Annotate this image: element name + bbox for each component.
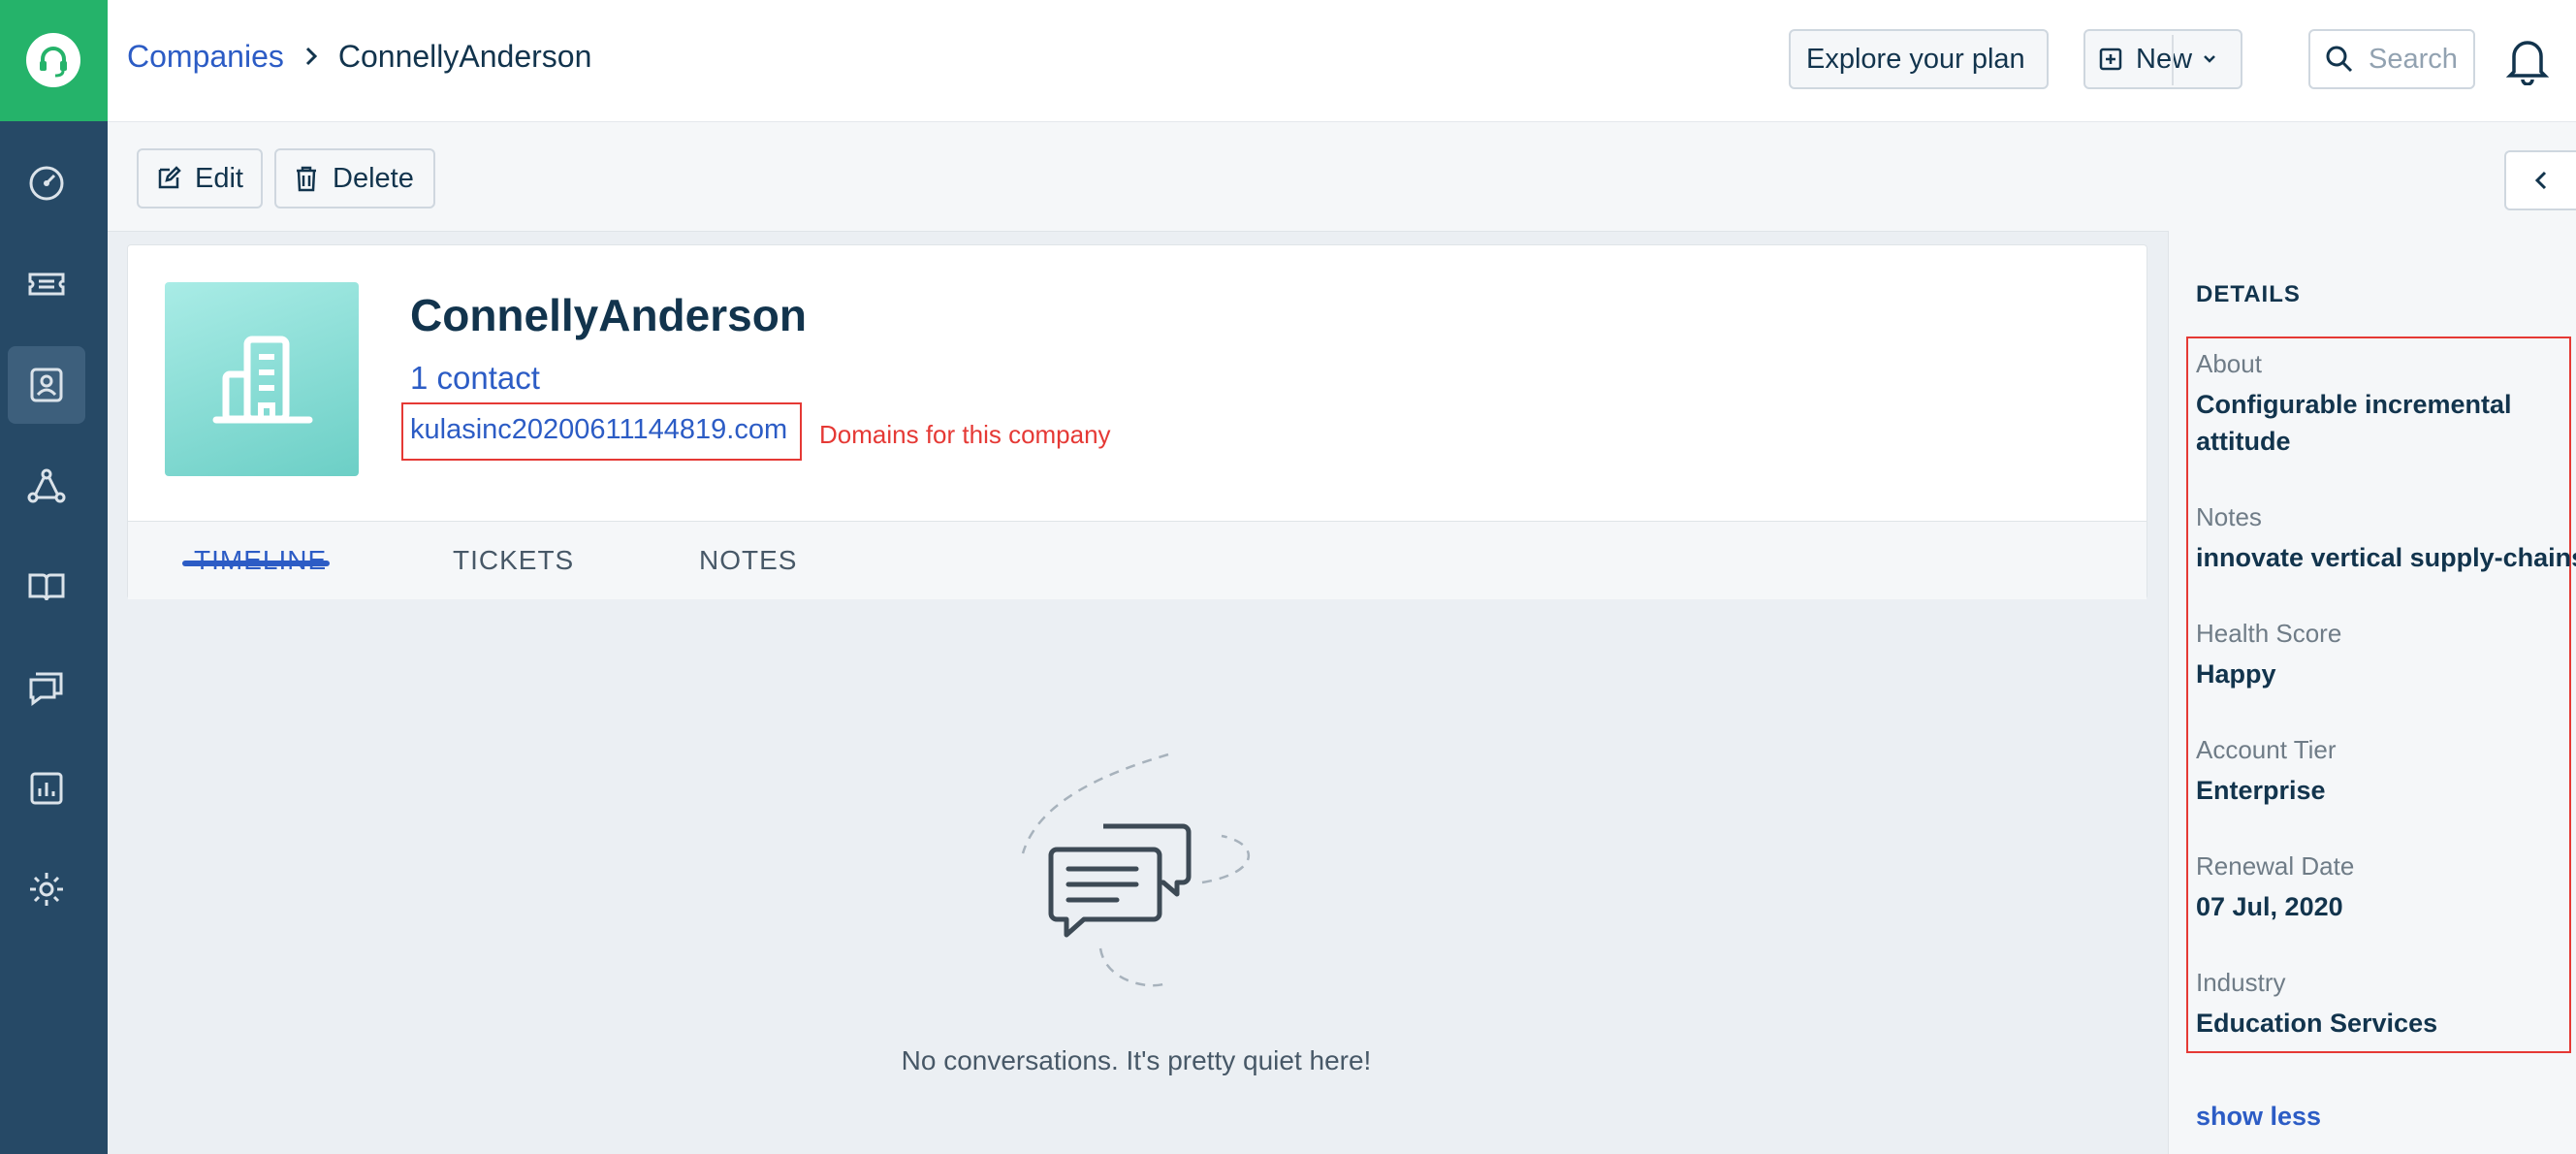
breadcrumb-companies-link[interactable]: Companies: [127, 39, 284, 75]
tickets-icon[interactable]: [8, 245, 85, 323]
breadcrumb: Companies ConnellyAnderson: [127, 39, 591, 75]
field-label-account-tier: Account Tier: [2196, 735, 2337, 764]
tab-notes[interactable]: NOTES: [699, 522, 797, 599]
field-label-renewal-date: Renewal Date: [2196, 851, 2355, 881]
explore-plan-button[interactable]: Explore your plan: [1789, 29, 2049, 89]
search-placeholder: Search: [2369, 43, 2458, 75]
company-avatar: [165, 282, 359, 476]
building-icon: [208, 326, 315, 433]
explore-plan-label: Explore your plan: [1806, 43, 2025, 75]
search-box[interactable]: Search: [2308, 29, 2475, 89]
header-divider: [2172, 35, 2174, 85]
new-label: New: [2136, 43, 2193, 75]
chevron-left-icon: [2532, 169, 2550, 192]
field-label-health-score: Health Score: [2196, 619, 2342, 648]
show-less-link[interactable]: show less: [2196, 1102, 2321, 1132]
collapse-panel-button[interactable]: [2504, 150, 2576, 210]
empty-state-message: No conversations. It's pretty quiet here…: [901, 1045, 1372, 1075]
field-value-about: Configurable incremental attitude: [2196, 390, 2512, 456]
company-summary: ConnellyAnderson 1 contact kulasinc20200…: [128, 245, 2147, 521]
delete-button[interactable]: Delete: [274, 148, 435, 208]
field-label-industry: Industry: [2196, 968, 2286, 997]
field-value-health-score: Happy: [2196, 659, 2276, 689]
contacts-count-link[interactable]: 1 contact: [410, 360, 540, 397]
field-label-about: About: [2196, 349, 2262, 378]
edit-label: Edit: [195, 162, 243, 194]
headset-logo-icon: [26, 33, 80, 87]
tab-tickets[interactable]: TICKETS: [453, 522, 574, 599]
domain-annotation: Domains for this company: [819, 420, 1111, 449]
trash-icon: [294, 165, 319, 192]
active-tab-indicator: [182, 561, 330, 566]
field-value-notes: innovate vertical supply-chains: [2196, 543, 2576, 572]
knowledge-base-icon[interactable]: [8, 548, 85, 625]
company-domain-link[interactable]: kulasinc20200611144819.com: [410, 414, 787, 446]
social-icon[interactable]: [8, 447, 85, 525]
reports-icon[interactable]: [8, 750, 85, 827]
contacts-icon[interactable]: [8, 346, 85, 424]
details-title: DETAILS: [2196, 281, 2301, 307]
action-bar: [108, 122, 2576, 232]
chevron-down-icon: [2202, 53, 2217, 65]
chevron-right-icon: [303, 39, 319, 75]
new-button[interactable]: New: [2083, 29, 2242, 89]
nav-rail: [0, 0, 108, 1154]
chat-bubbles-icon: [1021, 753, 1250, 987]
company-tabs: TIMELINE TICKETS NOTES: [128, 521, 2147, 599]
company-card: ConnellyAnderson 1 contact kulasinc20200…: [127, 244, 2147, 599]
edit-pencil-icon: [156, 166, 181, 191]
field-value-renewal-date: 07 Jul, 2020: [2196, 892, 2343, 921]
chat-icon[interactable]: [8, 649, 85, 726]
settings-gear-icon[interactable]: [8, 850, 85, 928]
search-icon: [2324, 44, 2355, 75]
field-label-notes: Notes: [2196, 502, 2262, 531]
company-name: ConnellyAnderson: [410, 290, 807, 340]
field-value-account-tier: Enterprise: [2196, 776, 2326, 805]
app-logo[interactable]: [0, 0, 108, 121]
dashboard-icon[interactable]: [8, 144, 85, 222]
notifications-bell-icon[interactable]: [2505, 35, 2550, 90]
plus-square-icon: [2099, 48, 2122, 71]
field-value-industry: Education Services: [2196, 1009, 2438, 1038]
delete-label: Delete: [333, 162, 414, 194]
empty-conversations-illustration: [1018, 747, 1260, 989]
edit-button[interactable]: Edit: [137, 148, 263, 208]
breadcrumb-current: ConnellyAnderson: [337, 39, 592, 74]
details-panel: DETAILS About Configurable incremental a…: [2168, 231, 2576, 1154]
